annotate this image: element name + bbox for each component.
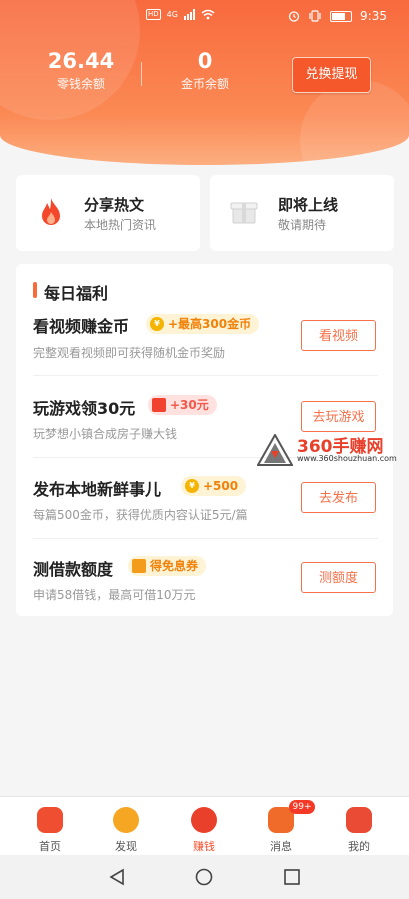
task-title-publish-news: 发布本地新鲜事儿	[33, 480, 162, 499]
tab-label: 我的	[348, 840, 370, 853]
watermark: 360手赚网 www.360shouzhuan.com	[257, 432, 407, 468]
task-reward-badge: ¥ +最高300金币	[146, 314, 260, 334]
task-reward-text: 得免息券	[150, 559, 199, 573]
fire-icon	[42, 198, 60, 225]
task-reward-badge: ¥ +500	[181, 476, 247, 496]
task-divider	[33, 375, 378, 376]
task-reward-badge: +30元	[148, 395, 217, 415]
vibrate-icon	[309, 10, 321, 22]
system-nav-bar	[0, 855, 409, 899]
coupon-icon	[132, 559, 146, 573]
tab-label: 消息	[270, 840, 292, 853]
tab-earn[interactable]: 赚钱	[169, 797, 239, 855]
bottom-tab-bar: 首页 发现 赚钱 99+ 消息 我的	[0, 796, 409, 855]
coin-balance-label: 金币余额	[180, 77, 229, 91]
change-balance-label: 零钱余额	[56, 77, 105, 91]
redeem-withdraw-button[interactable]: 兑换提现	[292, 57, 371, 93]
task-reward-badge: 得免息券	[128, 556, 207, 576]
home-nav-icon[interactable]	[195, 868, 213, 886]
gift-box-icon	[230, 202, 258, 224]
earn-icon	[191, 807, 217, 833]
coin-balance-value: 0	[197, 49, 213, 73]
task-desc-watch-video: 完整观看视频即可获得随机金币奖励	[33, 346, 226, 360]
play-game-button[interactable]: 去玩游戏	[301, 401, 376, 432]
coming-soon-subtitle: 敬请期待	[278, 218, 327, 232]
coin-icon: ¥	[185, 479, 199, 493]
balance-divider	[141, 62, 142, 86]
task-title-watch-video: 看视频赚金币	[33, 317, 130, 336]
coin-balance[interactable]: 0 金币余额	[166, 48, 244, 94]
tab-label: 首页	[39, 840, 61, 853]
task-desc-loan-quota: 申请58借钱，最高可借10万元	[33, 588, 196, 602]
task-desc-play-game: 玩梦想小镇合成房子赚大钱	[33, 427, 178, 441]
task-divider	[33, 538, 378, 539]
unread-badge: 99+	[289, 800, 315, 814]
wifi-icon	[201, 9, 215, 20]
profile-icon	[346, 807, 372, 833]
tab-label: 赚钱	[193, 840, 215, 853]
tab-messages[interactable]: 99+ 消息	[246, 797, 316, 855]
task-reward-text: +30元	[170, 398, 209, 412]
hd-indicator: HD	[146, 9, 161, 20]
red-envelope-icon	[152, 398, 166, 412]
task-title-play-game: 玩游戏领30元	[33, 399, 136, 418]
status-bar: HD 4G 9:35	[0, 0, 409, 34]
tab-profile[interactable]: 我的	[324, 797, 394, 855]
task-reward-text: +最高300金币	[168, 317, 252, 331]
section-accent-bar	[33, 282, 37, 298]
coin-icon: ¥	[150, 317, 164, 331]
share-article-title: 分享热文	[84, 196, 145, 214]
task-desc-publish-news: 每篇500金币，获得优质内容认证5元/篇	[33, 508, 248, 522]
network-type: 4G	[166, 10, 178, 19]
battery-icon	[330, 10, 353, 22]
home-icon	[37, 807, 63, 833]
alarm-icon	[288, 11, 300, 22]
tab-label: 发现	[115, 840, 137, 853]
watermark-logo	[257, 434, 293, 466]
tab-discover[interactable]: 发现	[91, 797, 161, 855]
change-balance-value: 26.44	[47, 49, 115, 73]
tab-home[interactable]: 首页	[15, 797, 85, 855]
clock-time: 9:35	[360, 9, 387, 23]
back-icon[interactable]	[108, 868, 126, 886]
coming-soon-title: 即将上线	[278, 196, 339, 214]
discover-icon	[113, 807, 139, 833]
task-reward-text: +500	[203, 479, 239, 493]
section-title: 每日福利	[44, 284, 109, 303]
recents-icon[interactable]	[283, 868, 301, 886]
watermark-url: www.360shouzhuan.com	[297, 454, 397, 463]
publish-button[interactable]: 去发布	[301, 482, 376, 513]
task-title-loan-quota: 测借款额度	[33, 560, 114, 579]
share-article-subtitle: 本地热门资讯	[84, 218, 157, 232]
signal-icon	[183, 9, 195, 20]
watch-video-button[interactable]: 看视频	[301, 320, 376, 351]
change-balance[interactable]: 26.44 零钱余额	[38, 48, 124, 94]
loan-quota-button[interactable]: 测额度	[301, 562, 376, 593]
